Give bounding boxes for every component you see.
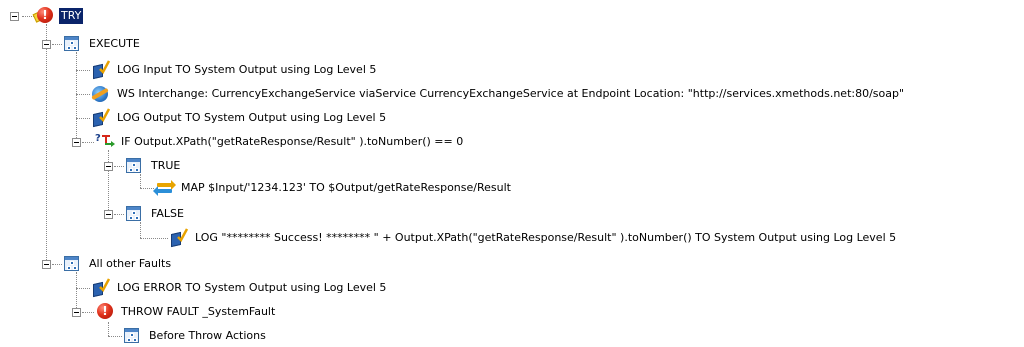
tree-line bbox=[140, 238, 168, 239]
tree-line bbox=[140, 188, 154, 189]
tree-node-all-other-faults[interactable]: All other Faults bbox=[62, 254, 173, 274]
tree-line bbox=[76, 272, 77, 312]
tree-node-execute[interactable]: EXECUTE bbox=[62, 34, 142, 54]
node-label: WS Interchange: CurrencyExchangeService … bbox=[117, 87, 905, 100]
group-icon bbox=[62, 254, 82, 274]
map-icon bbox=[153, 178, 176, 198]
tree-node-if[interactable]: ? IF Output.XPath("getRateResponse/Resul… bbox=[94, 132, 465, 152]
log-icon bbox=[90, 60, 110, 80]
node-label: EXECUTE bbox=[89, 37, 140, 50]
tree-line bbox=[76, 70, 90, 71]
tree-node-try[interactable]: ! TRY bbox=[32, 6, 84, 26]
node-label: Before Throw Actions bbox=[149, 329, 266, 342]
node-label: All other Faults bbox=[89, 257, 172, 270]
collapse-toggle[interactable] bbox=[42, 260, 51, 269]
node-label: TRUE bbox=[151, 159, 181, 172]
tree-line bbox=[108, 336, 122, 337]
tree-line bbox=[114, 166, 124, 167]
tree-node-log-input[interactable]: LOG Input TO System Output using Log Lev… bbox=[90, 60, 378, 80]
tree-node-before-throw-actions[interactable]: Before Throw Actions bbox=[122, 326, 268, 346]
node-label: THROW FAULT _SystemFault bbox=[121, 305, 276, 318]
group-icon bbox=[124, 156, 144, 176]
tree-line bbox=[140, 174, 141, 188]
node-label: FALSE bbox=[151, 207, 184, 220]
log-icon bbox=[168, 228, 188, 248]
node-label: LOG Output TO System Output using Log Le… bbox=[117, 111, 387, 124]
tree-line bbox=[108, 150, 109, 214]
collapse-toggle[interactable] bbox=[10, 12, 19, 21]
tree-node-log-error[interactable]: LOG ERROR TO System Output using Log Lev… bbox=[90, 278, 388, 298]
tree-line bbox=[76, 52, 77, 142]
tree-line bbox=[22, 16, 34, 17]
tree-node-false[interactable]: FALSE bbox=[124, 204, 186, 224]
tree-node-log-success[interactable]: LOG "******** Success! ******** " + Outp… bbox=[168, 228, 898, 248]
tree-node-true[interactable]: TRUE bbox=[124, 156, 182, 176]
tree-line bbox=[52, 264, 62, 265]
log-icon bbox=[90, 278, 110, 298]
collapse-toggle[interactable] bbox=[72, 308, 81, 317]
collapse-toggle[interactable] bbox=[72, 138, 81, 147]
if-condition-icon: ? bbox=[94, 132, 115, 152]
tree-line bbox=[82, 312, 94, 313]
node-label: IF Output.XPath("getRateResponse/Result"… bbox=[121, 135, 464, 148]
node-label: TRY bbox=[59, 8, 84, 24]
web-service-icon bbox=[90, 84, 110, 104]
tree-line bbox=[82, 142, 94, 143]
node-label: LOG "******** Success! ******** " + Outp… bbox=[195, 231, 897, 244]
process-tree: ! TRY EXECUTE LOG Input TO System Output… bbox=[0, 0, 1024, 347]
group-icon bbox=[62, 34, 82, 54]
log-icon bbox=[90, 108, 110, 128]
tree-line bbox=[76, 118, 90, 119]
tree-node-ws-interchange[interactable]: WS Interchange: CurrencyExchangeService … bbox=[90, 84, 906, 104]
group-icon bbox=[124, 204, 144, 224]
tree-line bbox=[52, 44, 62, 45]
tree-line bbox=[108, 322, 109, 336]
tree-node-log-output[interactable]: LOG Output TO System Output using Log Le… bbox=[90, 108, 388, 128]
tree-line bbox=[46, 24, 47, 264]
tree-line bbox=[114, 214, 124, 215]
tree-node-map[interactable]: MAP $Input/'1234.123' TO $Output/getRate… bbox=[153, 178, 513, 198]
tree-line bbox=[76, 94, 90, 95]
collapse-toggle[interactable] bbox=[42, 40, 51, 49]
collapse-toggle[interactable] bbox=[104, 162, 113, 171]
node-label: LOG Input TO System Output using Log Lev… bbox=[117, 63, 377, 76]
try-fault-icon: ! bbox=[32, 6, 54, 26]
tree-line bbox=[140, 222, 141, 238]
tree-line bbox=[76, 288, 90, 289]
tree-node-throw-fault[interactable]: ! THROW FAULT _SystemFault bbox=[94, 302, 277, 322]
node-label: LOG ERROR TO System Output using Log Lev… bbox=[117, 281, 387, 294]
collapse-toggle[interactable] bbox=[104, 210, 113, 219]
group-icon bbox=[122, 326, 142, 346]
fault-icon: ! bbox=[94, 302, 114, 322]
node-label: MAP $Input/'1234.123' TO $Output/getRate… bbox=[181, 181, 511, 194]
